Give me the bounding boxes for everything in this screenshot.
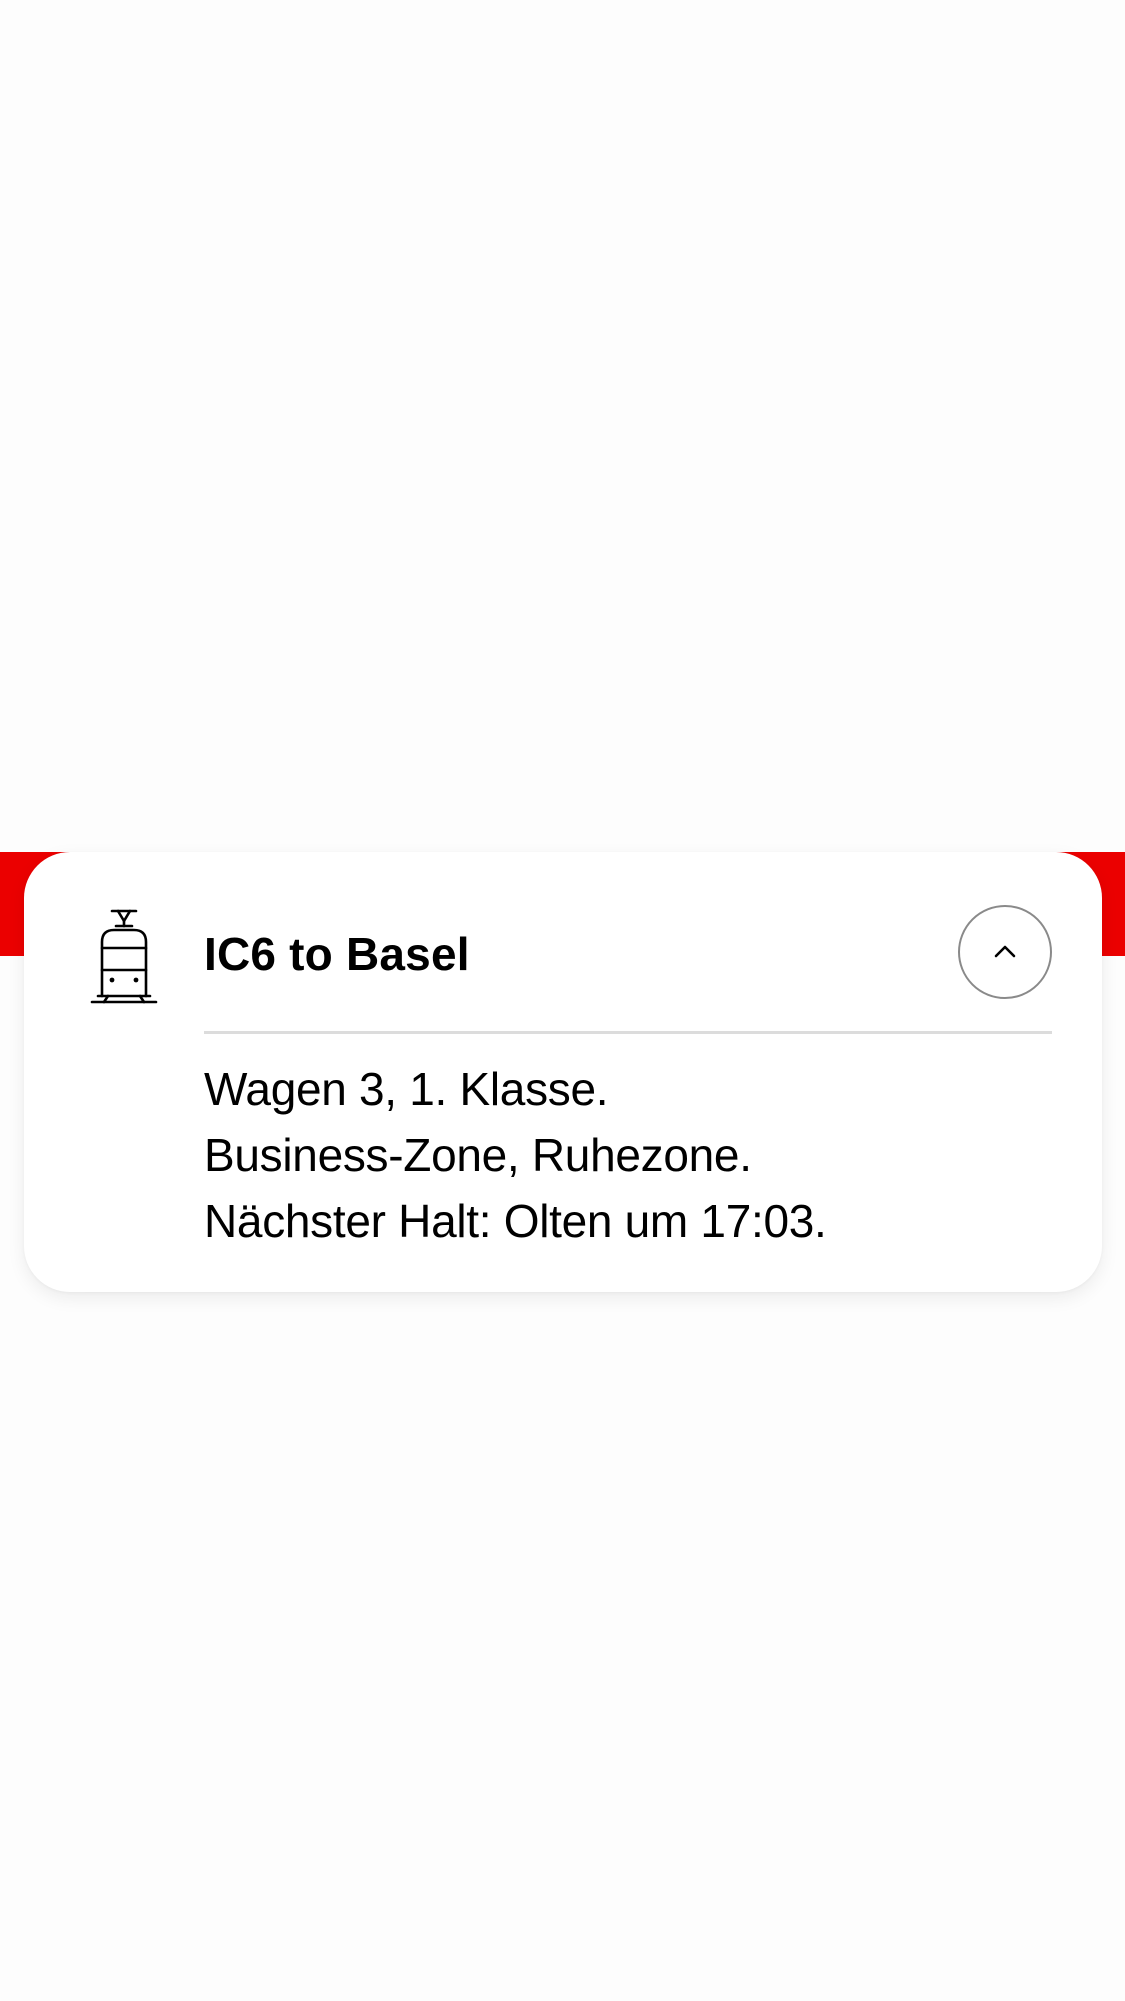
- zone-info: Business-Zone, Ruhezone.: [204, 1129, 752, 1181]
- train-title: IC6 to Basel: [204, 928, 470, 980]
- next-stop-info: Nächster Halt: Olten um 17:03.: [204, 1195, 827, 1247]
- coach-info: Wagen 3, 1. Klasse.: [204, 1063, 609, 1115]
- journey-info-card: IC6 to Basel Wagen 3, 1. Klasse. Busines…: [24, 852, 1102, 1292]
- chevron-up-icon: [994, 945, 1016, 958]
- divider: [204, 1031, 1052, 1034]
- train-icon: [90, 908, 170, 1004]
- collapse-button[interactable]: [958, 905, 1052, 999]
- journey-details: Wagen 3, 1. Klasse. Business-Zone, Ruhez…: [204, 1056, 827, 1254]
